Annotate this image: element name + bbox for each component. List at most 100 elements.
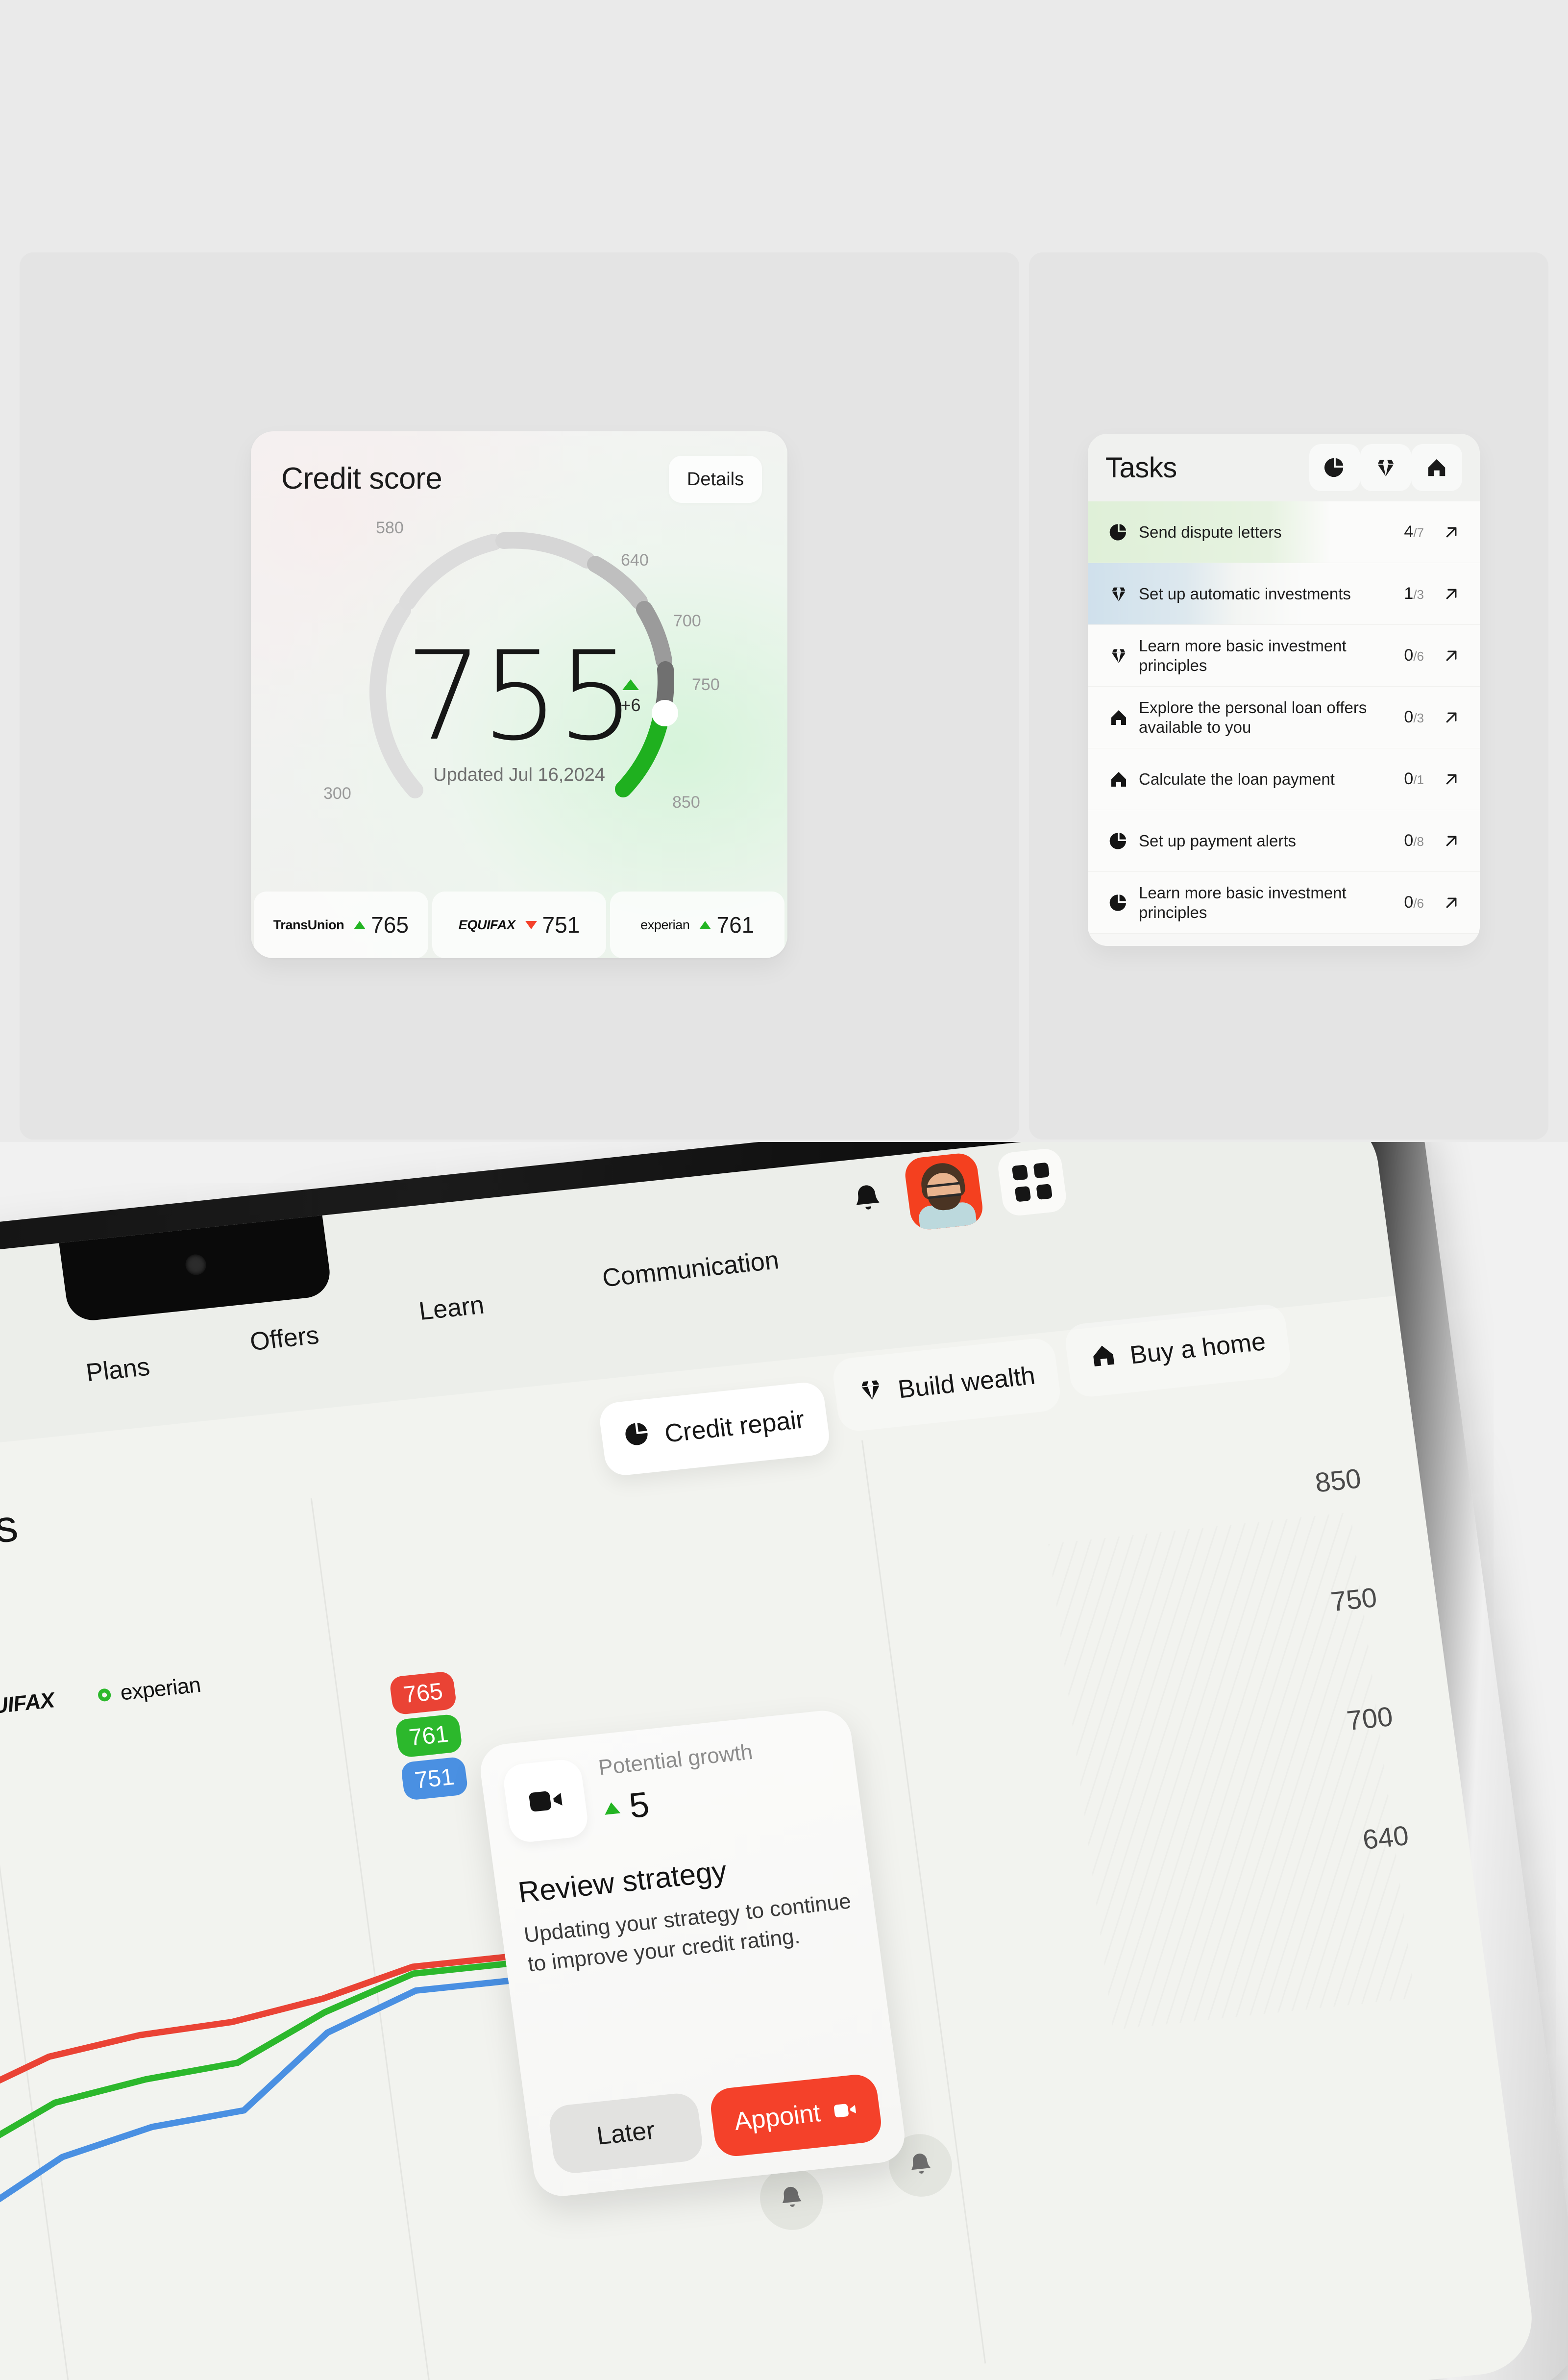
goal-tab-label: Build wealth	[896, 1361, 1037, 1404]
task-row[interactable]: Set up automatic investments 1/3	[1088, 563, 1480, 625]
task-progress: 0/3	[1404, 708, 1424, 726]
tablet-hero-region: Credit reportDisputesPlansOffersLearnCom…	[0, 1142, 1568, 2380]
open-task-arrow-icon[interactable]	[1441, 892, 1462, 913]
bureau-experian[interactable]: experian 761	[610, 892, 785, 958]
task-progress: 0/1	[1404, 769, 1424, 788]
pie-chart-icon	[625, 1422, 648, 1445]
popup-actions: Later Appoint	[547, 2072, 884, 2175]
bell-icon	[857, 1185, 880, 1210]
goal-tab-credit-repair[interactable]: Credit repair	[597, 1380, 832, 1477]
diamond-icon	[1112, 587, 1126, 601]
gauge-tick-850: 850	[672, 793, 700, 812]
credit-score-gauge: 755 +6 Updated Jul 16,2024 300 580 640 7…	[251, 490, 787, 877]
open-task-arrow-icon[interactable]	[1441, 769, 1462, 790]
task-label: Set up automatic investments	[1139, 584, 1351, 603]
task-row[interactable]: Calculate the loan payment 0/1	[1088, 748, 1480, 810]
potential-growth-label: Potential growth	[597, 1739, 754, 1780]
task-row[interactable]: Learn more basic investment principles 0/…	[1088, 625, 1480, 687]
open-task-arrow-icon[interactable]	[1441, 522, 1462, 543]
video-camera-icon	[529, 1791, 563, 1812]
gauge-tick-580: 580	[376, 519, 404, 537]
open-task-arrow-icon[interactable]	[1441, 831, 1462, 851]
gauge-tick-700: 700	[673, 612, 701, 630]
task-row[interactable]: Learn more basic investment principles 0/…	[1088, 872, 1480, 934]
later-button[interactable]: Later	[547, 2091, 705, 2175]
notifications-button[interactable]	[845, 1177, 890, 1221]
task-label: Calculate the loan payment	[1139, 769, 1335, 788]
filter-pie-chart-button[interactable]	[1309, 444, 1360, 491]
task-progress: 4/7	[1404, 522, 1424, 541]
open-task-arrow-icon[interactable]	[1441, 645, 1462, 666]
task-progress: 0/6	[1404, 646, 1424, 665]
bureau-score: 751	[525, 912, 580, 938]
grid-icon	[1011, 1162, 1053, 1202]
up-triangle-icon	[603, 1801, 621, 1815]
pie-chart-icon	[1109, 894, 1126, 911]
nav-item-communication[interactable]: Communication	[601, 1245, 781, 1293]
showcase-region: Credit score Details 755 +6 Updated Jul …	[0, 0, 1568, 1152]
credit-score-value: 755	[405, 625, 635, 768]
task-row[interactable]: Send dispute letters 4/7	[1088, 501, 1480, 563]
open-task-arrow-icon[interactable]	[1441, 707, 1462, 728]
diamond-icon	[1378, 460, 1394, 476]
gauge-tick-750: 750	[692, 675, 720, 694]
goal-tab-icon	[623, 1419, 654, 1455]
point-label-experian: 761	[394, 1713, 463, 1759]
video-call-tile[interactable]	[501, 1758, 590, 1844]
credit-score-card: Credit score Details 755 +6 Updated Jul …	[251, 431, 787, 958]
potential-growth-value: 5	[627, 1785, 652, 1826]
review-strategy-popup: Potential growth 5 Review strategy Updat…	[477, 1708, 908, 2199]
task-row[interactable]: Explore the personal loan offers availab…	[1088, 687, 1480, 748]
potential-growth-value-row: 5	[601, 1773, 760, 1829]
diamond-icon	[861, 1380, 880, 1400]
page-heading: Financial plans	[0, 1500, 21, 1581]
task-icon	[1105, 522, 1132, 542]
task-row[interactable]: Set up payment alerts 0/8	[1088, 810, 1480, 872]
gauge-tick-640: 640	[621, 551, 649, 570]
task-label: Send dispute letters	[1139, 522, 1282, 541]
bell-icon	[783, 2186, 802, 2207]
gauge-tick-300: 300	[323, 784, 351, 803]
nav-item-offers[interactable]: Offers	[248, 1320, 321, 1357]
task-progress: 0/6	[1404, 893, 1424, 912]
credit-score-delta: +6	[609, 679, 653, 716]
transunion-logo: TransUnion	[273, 917, 344, 932]
nav-item-plans[interactable]: Plans	[84, 1352, 151, 1388]
nav-item-learn[interactable]: Learn	[417, 1290, 486, 1326]
task-progress: 0/8	[1404, 831, 1424, 850]
tablet-page: Financial plans Credit repair Build wealt…	[0, 1295, 1539, 2380]
appoint-button[interactable]: Appoint	[708, 2072, 884, 2158]
pie-chart-icon	[1109, 832, 1126, 849]
task-label: Learn more basic investment principles	[1139, 636, 1347, 674]
filter-diamond-button[interactable]	[1360, 444, 1411, 491]
popup-header: Potential growth 5	[501, 1732, 839, 1844]
task-icon	[1105, 646, 1132, 666]
task-icon	[1105, 708, 1132, 727]
point-label-transunion: 765	[389, 1670, 458, 1715]
home-icon	[1111, 771, 1126, 787]
home-icon	[1093, 1345, 1114, 1366]
potential-growth-block: Potential growth 5	[597, 1740, 760, 1829]
task-icon	[1105, 831, 1132, 851]
filter-home-button[interactable]	[1411, 444, 1462, 491]
goal-tab-icon	[1088, 1341, 1119, 1376]
delta-value: +6	[620, 695, 641, 715]
video-camera-icon	[833, 2104, 856, 2118]
goal-tab-build-wealth[interactable]: Build wealth	[831, 1337, 1062, 1433]
bureau-score-value: 751	[542, 912, 580, 938]
task-icon	[1105, 893, 1132, 913]
goal-tab-label: Buy a home	[1128, 1327, 1268, 1370]
point-label-equifax: 751	[400, 1756, 469, 1801]
bureau-equifax[interactable]: EQUIFAX 751	[432, 892, 607, 958]
tasks-header: Tasks	[1088, 434, 1480, 501]
task-label: Explore the personal loan offers availab…	[1139, 698, 1367, 736]
down-triangle-icon	[525, 920, 537, 929]
task-progress: 1/3	[1404, 584, 1424, 603]
avatar[interactable]	[903, 1151, 985, 1232]
home-icon	[1428, 459, 1446, 476]
tasks-title: Tasks	[1105, 451, 1177, 484]
bureau-transunion[interactable]: TransUnion 765	[254, 892, 428, 958]
apps-grid-button[interactable]	[996, 1147, 1068, 1217]
open-task-arrow-icon[interactable]	[1441, 584, 1462, 604]
up-triangle-icon	[699, 920, 711, 929]
